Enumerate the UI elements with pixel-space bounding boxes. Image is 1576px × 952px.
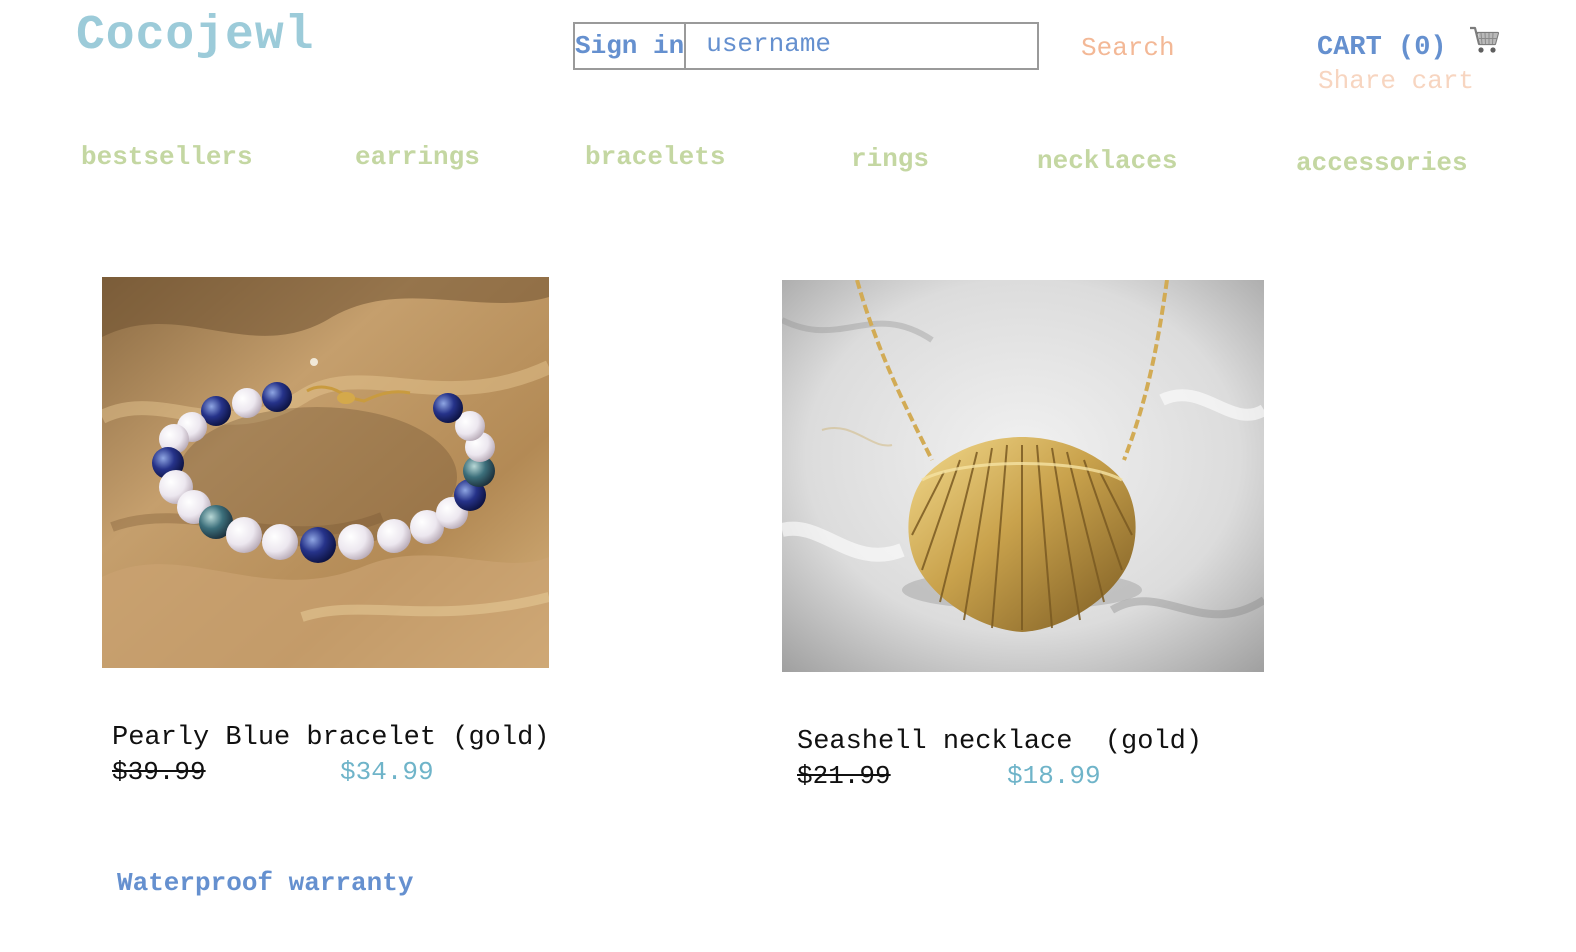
shopping-cart-icon[interactable] bbox=[1469, 25, 1501, 64]
original-price: $21.99 bbox=[797, 761, 891, 791]
signin-form: Sign in bbox=[573, 22, 1043, 70]
nav-item-bracelets[interactable]: bracelets bbox=[585, 142, 725, 172]
product-image-bracelet[interactable] bbox=[102, 277, 549, 668]
nav-item-accessories[interactable]: accessories bbox=[1296, 148, 1468, 178]
product-name[interactable]: Pearly Blue bracelet (gold) bbox=[112, 723, 549, 753]
original-price: $39.99 bbox=[112, 757, 206, 787]
nav-item-bestsellers[interactable]: bestsellers bbox=[81, 142, 253, 172]
product-name[interactable]: Seashell necklace (gold) bbox=[797, 727, 1202, 757]
search-link[interactable]: Search bbox=[1081, 33, 1175, 63]
cart-link[interactable]: CART (0) bbox=[1317, 26, 1501, 64]
sign-in-button[interactable]: Sign in bbox=[575, 24, 687, 68]
nav-item-earrings[interactable]: earrings bbox=[355, 142, 480, 172]
nav-item-necklaces[interactable]: necklaces bbox=[1037, 146, 1177, 176]
product-image-necklace[interactable] bbox=[782, 280, 1264, 672]
share-cart-link[interactable]: Share cart bbox=[1318, 66, 1474, 96]
username-input[interactable] bbox=[686, 24, 1043, 68]
cart-label: CART (0) bbox=[1317, 32, 1447, 63]
site-logo[interactable]: Cocojewl bbox=[76, 12, 314, 60]
waterproof-warranty-link[interactable]: Waterproof warranty bbox=[117, 868, 413, 898]
sale-price: $34.99 bbox=[340, 757, 434, 787]
nav-item-rings[interactable]: rings bbox=[851, 144, 929, 174]
sale-price: $18.99 bbox=[1007, 761, 1101, 791]
